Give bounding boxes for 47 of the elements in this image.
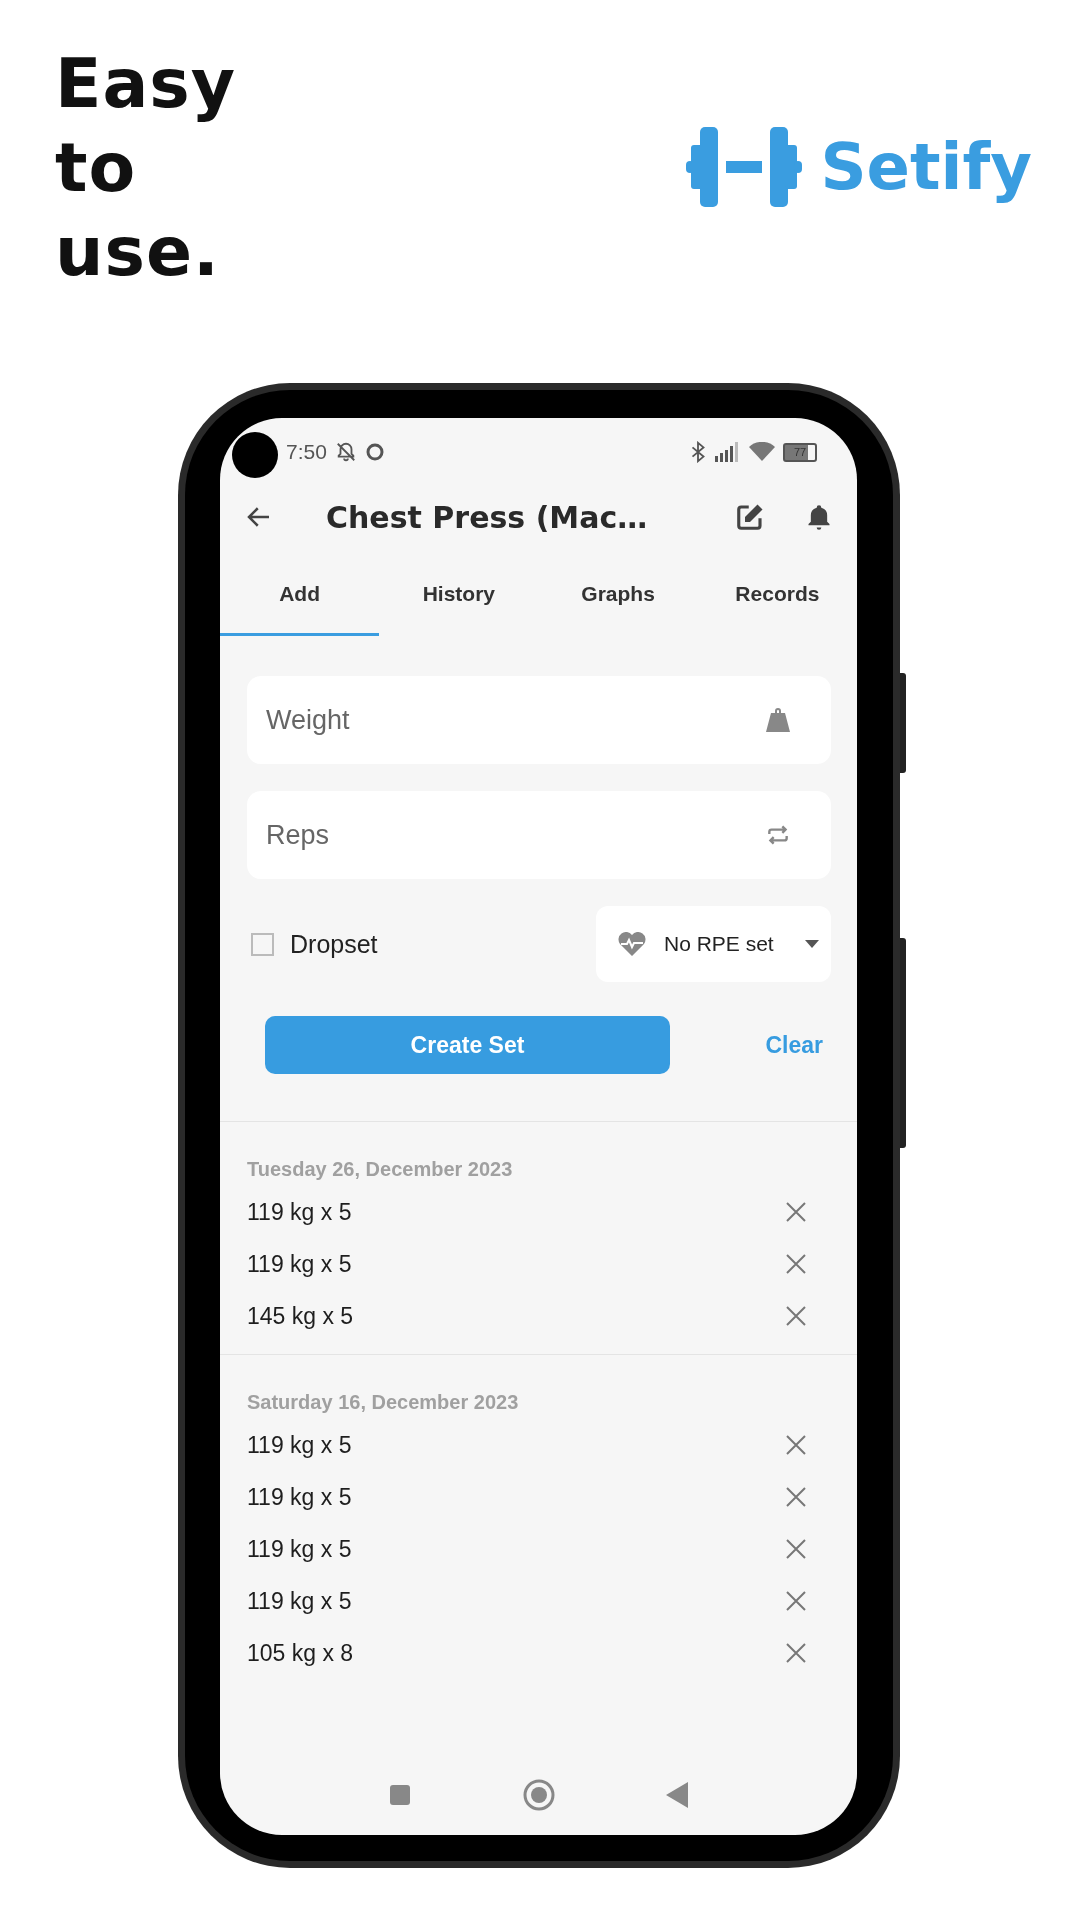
tab[interactable]: Graphs	[538, 548, 698, 636]
camera-icon	[232, 432, 278, 478]
caret-icon	[805, 940, 819, 948]
muted-bell-icon	[334, 441, 357, 463]
screen-title: Chest Press (Mac…	[326, 499, 649, 535]
delete-icon[interactable]	[785, 1305, 807, 1327]
recents-button[interactable]	[387, 1783, 412, 1807]
set-entry: 105 kg x 8	[247, 1639, 355, 1667]
wifi-icon	[749, 442, 775, 462]
ring-icon	[364, 442, 385, 462]
weight-input[interactable]: Weight	[264, 703, 765, 737]
delete-icon[interactable]	[785, 1253, 807, 1275]
signal-icon	[715, 442, 741, 462]
tab[interactable]: Add	[220, 548, 380, 636]
set-entry: 119 kg x 5	[247, 1250, 353, 1278]
delete-icon[interactable]	[785, 1590, 807, 1612]
status-time: 7:50	[286, 440, 327, 464]
delete-icon[interactable]	[785, 1538, 807, 1560]
bluetooth-icon	[689, 441, 707, 463]
barbell-icon	[686, 127, 803, 207]
delete-icon[interactable]	[785, 1201, 807, 1223]
home-button[interactable]	[521, 1778, 556, 1812]
date-heading: Tuesday 26, December 2023	[247, 1157, 514, 1182]
rpe-dropdown[interactable]: No RPE set	[596, 906, 831, 982]
reps-field[interactable]: Reps	[247, 791, 831, 879]
back-nav-button[interactable]	[665, 1782, 690, 1808]
brand-name: Setify	[820, 130, 1032, 204]
date-heading: Saturday 16, December 2023	[247, 1390, 520, 1415]
set-entry: 119 kg x 5	[247, 1198, 353, 1226]
set-entry: 119 kg x 5	[247, 1587, 353, 1615]
dropset-checkbox[interactable]: Dropset	[247, 929, 378, 959]
edit-icon[interactable]	[735, 502, 765, 532]
delete-icon[interactable]	[785, 1642, 807, 1664]
weight-field[interactable]: Weight	[247, 676, 831, 764]
tab[interactable]: History	[379, 548, 539, 636]
delete-icon[interactable]	[785, 1434, 807, 1456]
set-entry: 119 kg x 5	[247, 1535, 353, 1563]
set-entry: 119 kg x 5	[247, 1431, 353, 1459]
tab[interactable]: Records	[697, 548, 857, 636]
set-entry: 145 kg x 5	[247, 1302, 355, 1330]
delete-icon[interactable]	[785, 1486, 807, 1508]
heart-rate-icon	[618, 932, 646, 956]
battery-icon: 77	[783, 442, 817, 462]
headline: Easy to use.	[55, 43, 237, 293]
set-entry: 119 kg x 5	[247, 1483, 353, 1511]
weight-icon	[765, 706, 791, 734]
reps-input[interactable]: Reps	[264, 818, 765, 852]
